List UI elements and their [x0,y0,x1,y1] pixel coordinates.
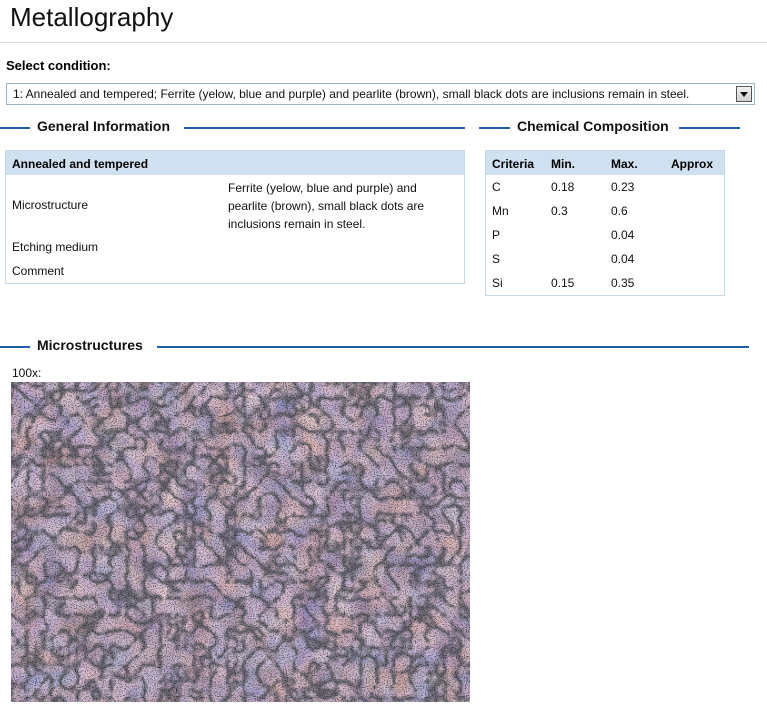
criteria-cell: S [492,252,501,266]
magnification-label: 100x: [12,366,42,380]
heading-rule-left [0,127,30,129]
general-information-heading: General Information [0,118,466,136]
max-column-header: Max. [611,157,638,171]
max-cell: 0.35 [611,276,635,290]
title-divider [0,42,767,43]
heading-rule-left [0,346,30,348]
max-cell: 0.6 [611,204,628,218]
chemical-composition-heading: Chemical Composition [479,118,741,136]
micrograph-image[interactable] [11,382,470,702]
min-column-header: Min. [551,157,575,171]
min-cell: 0.15 [551,276,575,290]
chevron-down-icon[interactable] [736,86,752,102]
max-cell: 0.04 [611,228,635,242]
min-cell: 0.3 [551,204,568,218]
criteria-cell: C [492,180,501,194]
chemical-composition-title: Chemical Composition [517,118,669,134]
microstructure-value: Ferrite (yelow, blue and purple) and pea… [228,181,425,231]
max-cell: 0.04 [611,252,635,266]
microstructures-title: Microstructures [37,337,143,353]
microstructures-heading: Microstructures [0,337,750,355]
heading-rule-right [679,127,740,129]
condition-select-value: 1: Annealed and tempered; Ferrite (yelow… [13,87,690,101]
select-condition-label: Select condition: [6,58,111,73]
criteria-cell: P [492,228,501,242]
etching-medium-label: Etching medium [12,240,99,254]
chemical-composition-panel: Criteria Min. Max. Approx C 0.18 0.23 Mn… [485,150,725,296]
heading-rule-left [479,127,510,129]
approx-column-header: Approx [671,157,713,171]
criteria-cell: Mn [492,204,509,218]
condition-select[interactable]: 1: Annealed and tempered; Ferrite (yelow… [6,83,755,105]
micrograph-texture [11,382,470,702]
min-cell: 0.18 [551,180,575,194]
comment-label: Comment [12,264,65,278]
general-table-header: Annealed and tempered [6,151,464,175]
heading-rule-right [184,127,465,129]
heading-rule-right [157,346,749,348]
criteria-cell: Si [492,276,503,290]
max-cell: 0.23 [611,180,635,194]
microstructure-label: Microstructure [12,198,89,212]
general-information-panel: Annealed and tempered Microstructure Fer… [5,150,465,284]
criteria-column-header: Criteria [492,157,535,171]
page-title: Metallography [10,2,174,32]
general-information-title: General Information [37,118,171,134]
